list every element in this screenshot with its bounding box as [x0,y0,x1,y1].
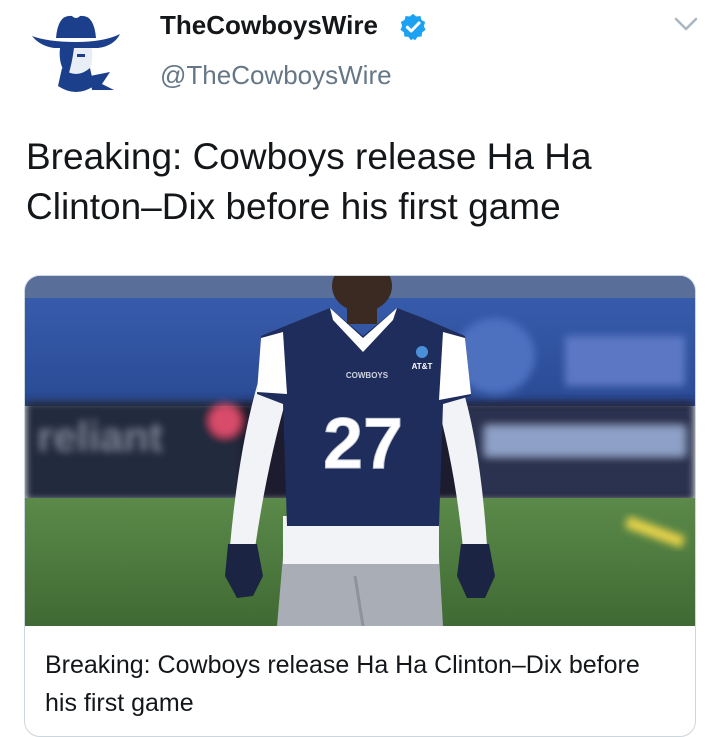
display-name[interactable]: TheCowboysWire [160,10,378,41]
link-card[interactable]: reliant 27 COWBOYS AT&T Breaking: Cowboy… [24,275,696,737]
card-title[interactable]: Breaking: Cowboys release Ha Ha Clinton–… [45,646,675,722]
jersey-chest-text: COWBOYS [346,371,389,380]
chevron-down-icon[interactable] [672,14,700,34]
jersey-sponsor: AT&T [412,362,433,371]
jersey-number: 27 [323,404,403,484]
verified-badge-icon [400,13,426,41]
tweet-text: Breaking: Cowboys release Ha Ha Clinton–… [26,136,592,227]
player-photo[interactable]: reliant 27 COWBOYS AT&T [25,276,695,626]
cowboy-logo-icon[interactable] [28,6,124,102]
user-handle[interactable]: @TheCowboysWire [160,60,392,91]
stadium-banner: reliant [37,413,163,460]
